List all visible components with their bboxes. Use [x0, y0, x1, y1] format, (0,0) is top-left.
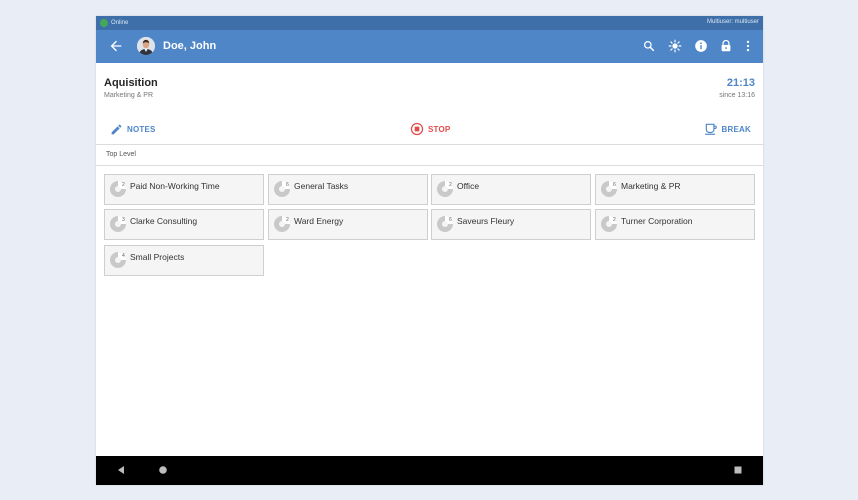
tile-label: Clarke Consulting — [130, 216, 198, 226]
folder-clock-icon: 6 — [274, 181, 290, 197]
action-bar: NOTES STOP BREAK — [96, 115, 763, 143]
lock-icon[interactable] — [719, 39, 733, 53]
tile-label: Paid Non-Working Time — [130, 181, 220, 191]
tile-badge: 6 — [613, 182, 616, 188]
tile-badge: 6 — [286, 182, 289, 188]
folder-clock-icon: 2 — [601, 216, 617, 232]
tile-badge: 2 — [286, 217, 289, 223]
project-department: Marketing & PR — [104, 92, 154, 99]
status-bar: Online Multiuser: multiuser — [96, 16, 763, 30]
back-arrow-icon[interactable] — [108, 38, 124, 54]
divider — [96, 165, 763, 166]
nav-home-icon[interactable] — [158, 465, 168, 475]
project-title: Aquisition — [104, 77, 158, 89]
info-icon[interactable] — [694, 39, 708, 53]
tile-badge: 6 — [449, 217, 452, 223]
folder-clock-icon: 3 — [110, 216, 126, 232]
tile-badge: 3 — [122, 217, 125, 223]
start-time: since 13:16 — [719, 92, 755, 99]
app-window: Online Multiuser: multiuser Doe, John Aq… — [96, 16, 763, 485]
folder-clock-icon: 2 — [437, 181, 453, 197]
break-label: BREAK — [721, 124, 751, 134]
search-icon[interactable] — [642, 39, 656, 53]
project-tile[interactable]: 2 Paid Non-Working Time — [104, 174, 264, 205]
notes-button[interactable]: NOTES — [110, 121, 156, 137]
tile-label: Ward Energy — [294, 216, 344, 226]
android-nav-bar — [96, 456, 763, 485]
project-tile[interactable]: 2 Ward Energy — [268, 209, 428, 240]
tile-label: Marketing & PR — [621, 181, 681, 191]
user-photo-icon — [137, 37, 155, 55]
tile-label: Office — [457, 181, 480, 191]
app-bar: Doe, John — [96, 30, 763, 63]
notes-label: NOTES — [127, 124, 156, 134]
user-name[interactable]: Doe, John — [163, 40, 216, 52]
tile-badge: 2 — [122, 182, 125, 188]
project-tile[interactable]: 2 Office — [431, 174, 591, 205]
project-tile[interactable]: 6 Saveurs Fleury — [431, 209, 591, 240]
nav-back-icon[interactable] — [116, 465, 126, 475]
coffee-cup-icon — [704, 123, 717, 135]
elapsed-time: 21:13 — [726, 77, 755, 89]
pencil-icon — [111, 124, 122, 134]
brightness-icon[interactable] — [668, 39, 682, 53]
tile-label: Saveurs Fleury — [457, 216, 515, 226]
divider — [96, 144, 763, 145]
connection-status: Online — [100, 19, 128, 27]
online-indicator-icon — [100, 19, 108, 27]
tile-label: Turner Corporation — [621, 216, 693, 226]
connection-label: Online — [111, 20, 129, 26]
tile-badge: 2 — [449, 182, 452, 188]
break-button[interactable]: BREAK — [704, 121, 751, 137]
project-tile[interactable]: 6 General Tasks — [268, 174, 428, 205]
project-tile[interactable]: 4 Small Projects — [104, 245, 264, 276]
stop-circle-icon — [410, 122, 424, 136]
multiuser-label: Multiuser: multiuser — [706, 19, 759, 25]
folder-clock-icon: 6 — [601, 181, 617, 197]
avatar — [137, 37, 155, 55]
tile-label: General Tasks — [294, 181, 349, 191]
project-tile[interactable]: 3 Clarke Consulting — [104, 209, 264, 240]
stop-button[interactable]: STOP — [410, 121, 450, 137]
tile-badge: 2 — [613, 217, 616, 223]
more-vert-icon[interactable] — [741, 39, 755, 53]
breadcrumb[interactable]: Top Level — [106, 151, 136, 158]
project-tile[interactable]: 6 Marketing & PR — [595, 174, 755, 205]
tile-badge: 4 — [122, 253, 125, 259]
folder-clock-icon: 2 — [110, 181, 126, 197]
stop-label: STOP — [428, 124, 451, 134]
current-activity: Aquisition Marketing & PR 21:13 since 13… — [96, 63, 763, 113]
folder-clock-icon: 4 — [110, 252, 126, 268]
folder-clock-icon: 2 — [274, 216, 290, 232]
folder-clock-icon: 6 — [437, 216, 453, 232]
nav-recents-icon[interactable] — [733, 465, 743, 475]
tile-label: Small Projects — [130, 252, 185, 262]
project-tile[interactable]: 2 Turner Corporation — [595, 209, 755, 240]
